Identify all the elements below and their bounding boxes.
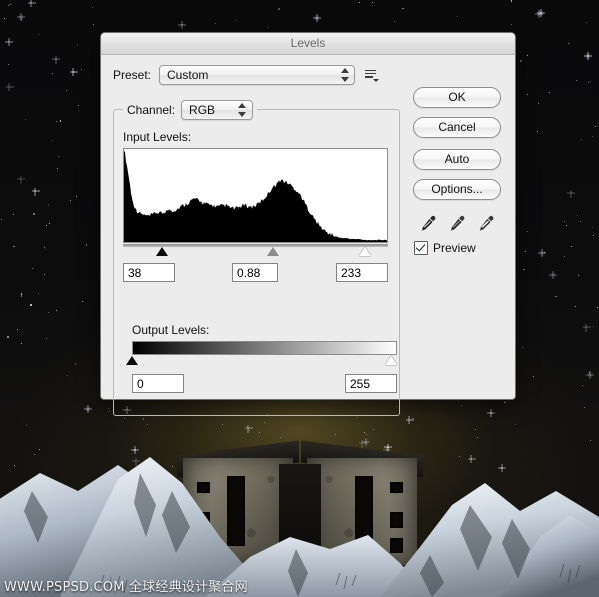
- histogram-chart[interactable]: [123, 148, 388, 243]
- preset-value: Custom: [167, 68, 209, 82]
- output-levels-label: Output Levels:: [132, 323, 210, 337]
- channel-group-box: Channel: RGB Input Levels: 38 0.88 233 O…: [113, 100, 400, 416]
- input-levels-fields: 38 0.88 233: [123, 263, 388, 284]
- site-watermark: WWW.PSPSD.COM 全球经典设计聚合网: [4, 580, 248, 595]
- channel-value: RGB: [189, 103, 216, 117]
- output-levels-fields: 0 255: [132, 374, 397, 395]
- preview-row[interactable]: Preview: [414, 241, 503, 255]
- input-levels-label: Input Levels:: [123, 130, 192, 144]
- channel-row: Channel: RGB: [123, 100, 258, 120]
- gray-point-eyedropper-icon[interactable]: [448, 214, 466, 232]
- dialog-body: Preset: Custom Channel: RGB Input Levels…: [101, 55, 515, 416]
- cancel-button[interactable]: Cancel: [413, 117, 501, 138]
- snowy-mountains: [0, 457, 599, 597]
- levels-controls: Input Levels: 38 0.88 233 Output Levels:…: [123, 130, 397, 393]
- shadow-input-slider-thumb[interactable]: [156, 247, 169, 256]
- flyout-menu-icon[interactable]: [365, 69, 380, 82]
- stepper-arrows-icon[interactable]: [341, 67, 350, 83]
- channel-select[interactable]: RGB: [181, 100, 254, 120]
- output-black-field[interactable]: 0: [132, 374, 184, 393]
- dialog-title-bar: Levels: [101, 33, 515, 55]
- dialog-title: Levels: [290, 36, 326, 50]
- output-white-field[interactable]: 255: [345, 374, 397, 393]
- preset-label: Preset:: [113, 68, 152, 82]
- ok-button[interactable]: OK: [413, 87, 501, 108]
- preview-label: Preview: [433, 241, 476, 255]
- preset-select[interactable]: Custom: [159, 65, 356, 85]
- levels-dialog[interactable]: Levels Preset: Custom Channel: RGB Input…: [100, 32, 516, 416]
- preview-checkbox[interactable]: [414, 241, 428, 255]
- channel-label: Channel:: [127, 103, 176, 117]
- input-highlight-field[interactable]: 233: [336, 263, 388, 282]
- input-shadow-field[interactable]: 38: [123, 263, 175, 282]
- histogram-plot: [124, 150, 387, 242]
- output-white-slider-thumb[interactable]: [385, 356, 397, 365]
- stepper-arrows-icon[interactable]: [238, 102, 247, 118]
- midtone-input-slider-thumb[interactable]: [266, 247, 279, 256]
- input-levels-slider[interactable]: [123, 244, 388, 258]
- output-black-slider-thumb[interactable]: [126, 356, 138, 365]
- output-levels-slider[interactable]: [126, 355, 397, 368]
- white-point-eyedropper-icon[interactable]: [477, 214, 495, 232]
- highlight-input-slider-thumb[interactable]: [359, 247, 372, 256]
- black-point-eyedropper-icon[interactable]: [419, 214, 437, 232]
- eyedropper-tools: [419, 214, 503, 232]
- output-gradient-bar: [132, 341, 397, 355]
- options-button[interactable]: Options...: [413, 179, 501, 200]
- preset-row: Preset: Custom: [113, 65, 503, 85]
- output-levels-section: Output Levels: 0 255: [126, 323, 397, 395]
- input-midtone-field[interactable]: 0.88: [232, 263, 278, 282]
- dialog-button-column: OK Cancel Auto Options... Preview: [413, 87, 503, 255]
- auto-button[interactable]: Auto: [413, 149, 501, 170]
